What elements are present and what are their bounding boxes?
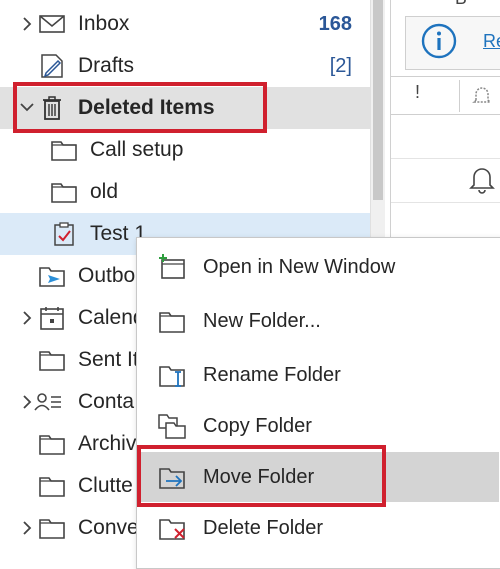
- unread-count-inbox: 168: [318, 13, 352, 35]
- folder-inbox[interactable]: Inbox 168: [0, 3, 370, 45]
- clipboard-check-icon: [54, 222, 74, 246]
- new-folder-icon: [159, 312, 185, 333]
- folder-label-inbox: Inbox: [78, 12, 130, 35]
- folder-icon: [39, 435, 65, 455]
- chevron-right-icon[interactable]: [20, 395, 34, 409]
- header-partial-text: Б: [455, 0, 467, 9]
- menu-copy-folder[interactable]: Copy Folder: [137, 401, 499, 451]
- folder-label-drafts: Drafts: [78, 54, 135, 77]
- folder-label-outbox: Outbo: [78, 264, 136, 287]
- menu-label-new-folder: New Folder...: [203, 310, 321, 332]
- delete-folder-icon: [159, 519, 185, 540]
- folder-call-setup[interactable]: Call setup: [0, 129, 370, 171]
- folder-label-calendar: Calend: [78, 306, 145, 329]
- folder-label-old: old: [90, 180, 119, 203]
- info-link[interactable]: Re: [483, 31, 500, 52]
- draft-count: [2]: [329, 55, 352, 77]
- chevron-right-icon[interactable]: [20, 521, 34, 535]
- menu-new-folder[interactable]: New Folder...: [137, 296, 499, 346]
- menu-delete-folder[interactable]: Delete Folder: [137, 503, 499, 553]
- reminder-bell-icon: [469, 168, 495, 194]
- drafts-pencil-icon: [41, 54, 63, 78]
- chevron-right-icon[interactable]: [20, 17, 34, 31]
- annotation-move-folder: [137, 445, 386, 507]
- folder-icon: [39, 477, 65, 497]
- reminder-bell-icon[interactable]: [471, 84, 493, 106]
- folder-label-contacts: Conta: [78, 390, 135, 413]
- menu-label-open-in-new-window: Open in New Window: [203, 256, 396, 278]
- contacts-icon: [34, 393, 61, 411]
- copy-folder-icon: [158, 414, 186, 439]
- folder-old[interactable]: old: [0, 171, 370, 213]
- envelope-icon: [39, 15, 65, 33]
- folder-icon: [51, 141, 77, 161]
- folder-icon: [39, 519, 65, 539]
- calendar-icon: [40, 307, 64, 330]
- menu-rename-folder[interactable]: Rename Folder: [137, 350, 499, 400]
- annotation-deleted-items: [13, 82, 267, 133]
- menu-label-copy-folder: Copy Folder: [203, 415, 312, 437]
- folder-context-menu: Open in New Window New Folder... Rename …: [136, 237, 500, 569]
- importance-column-header[interactable]: !: [415, 82, 420, 103]
- folder-drafts[interactable]: Drafts [2]: [0, 45, 370, 87]
- menu-label-delete-folder: Delete Folder: [203, 517, 324, 539]
- folder-label-clutter: Clutte: [78, 474, 133, 497]
- scroll-thumb[interactable]: [373, 0, 383, 200]
- menu-open-in-new-window[interactable]: Open in New Window: [137, 242, 499, 292]
- outbox-icon: [39, 267, 65, 287]
- folder-icon: [51, 183, 77, 203]
- folder-icon: [39, 351, 65, 371]
- folder-label-sent-items: Sent It: [78, 348, 139, 371]
- folder-label-conversation-history: Conve: [78, 516, 139, 539]
- chevron-right-icon[interactable]: [20, 311, 34, 325]
- info-icon: [421, 23, 457, 59]
- folder-label-archive: Archiv: [78, 432, 137, 455]
- column-divider: [459, 80, 460, 112]
- open-new-window-icon: [159, 254, 185, 279]
- menu-label-rename-folder: Rename Folder: [203, 364, 341, 386]
- rename-folder-icon: [159, 366, 185, 387]
- folder-label-call-setup: Call setup: [90, 138, 184, 161]
